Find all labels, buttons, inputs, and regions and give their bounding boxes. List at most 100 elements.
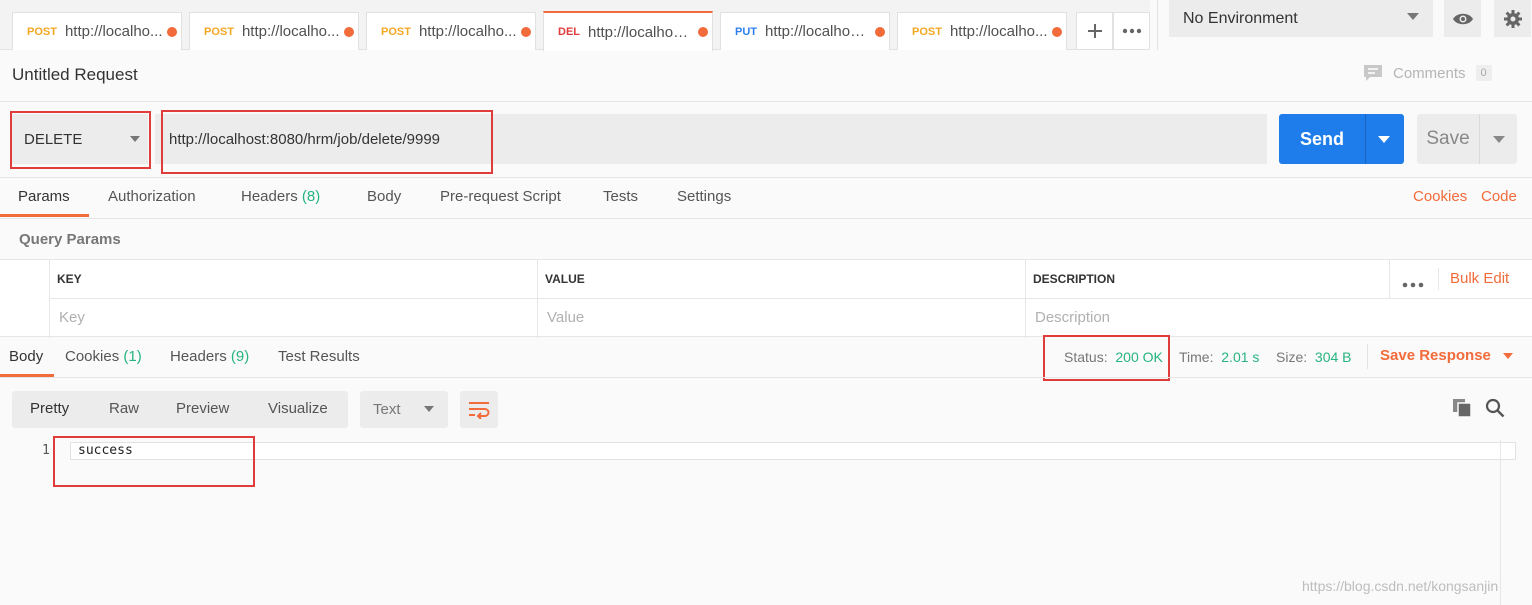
environment-value: No Environment <box>1183 9 1298 27</box>
divider <box>0 218 1532 219</box>
divider <box>0 377 1532 378</box>
bulk-edit-link[interactable]: Bulk Edit <box>1450 270 1509 287</box>
tab-body[interactable]: Body <box>367 188 401 205</box>
tab-settings[interactable]: Settings <box>677 188 731 205</box>
save-response-label: Save Response <box>1380 347 1491 364</box>
view-pretty-button[interactable]: Pretty <box>30 400 69 417</box>
tab-url: http://localho... <box>418 23 517 40</box>
tab-tests[interactable]: Tests <box>603 188 638 205</box>
tab-prerequest-script[interactable]: Pre-request Script <box>440 188 561 205</box>
save-label: Save <box>1426 128 1470 149</box>
response-cookies-count: (1) <box>123 348 142 365</box>
view-visualize-button[interactable]: Visualize <box>268 400 328 417</box>
time-label: Time: <box>1179 349 1214 365</box>
response-tab-cookies[interactable]: Cookies (1) <box>65 348 142 365</box>
time-metric: Time: 2.01 s <box>1179 349 1259 365</box>
key-header: KEY <box>57 272 82 286</box>
divider <box>1389 260 1390 298</box>
request-tab[interactable]: POST http://localho... <box>12 12 182 50</box>
active-tab-indicator <box>0 214 89 217</box>
format-value: Text <box>373 401 401 418</box>
unsaved-dot-icon <box>344 26 354 37</box>
wrap-lines-icon <box>469 401 490 419</box>
more-horizontal-icon <box>1122 28 1141 34</box>
divider <box>0 177 1532 178</box>
unsaved-dot-icon <box>521 26 531 37</box>
copy-button[interactable] <box>1452 398 1472 422</box>
wrap-lines-button[interactable] <box>460 391 498 428</box>
tab-method: POST <box>27 25 57 38</box>
key-column: KEY Key <box>49 260 537 338</box>
chevron-down-icon <box>1407 13 1419 20</box>
highlight-box-url <box>161 110 493 174</box>
request-tab[interactable]: POST http://localho... <box>366 12 536 50</box>
key-input[interactable]: Key <box>59 309 85 326</box>
divider <box>1367 344 1368 369</box>
unsaved-dot-icon <box>1052 26 1062 37</box>
view-preview-button[interactable]: Preview <box>176 400 229 417</box>
request-tab[interactable]: POST http://localho... <box>189 12 359 50</box>
request-tab[interactable]: PUT http://localhost... <box>720 12 890 50</box>
chevron-down-icon[interactable] <box>1493 135 1505 143</box>
size-label: Size: <box>1276 349 1308 365</box>
eye-icon <box>1452 13 1473 24</box>
divider <box>49 298 1532 299</box>
environment-select[interactable]: No Environment <box>1169 0 1433 37</box>
divider <box>0 101 1532 102</box>
request-tab-active[interactable]: DEL http://localhost... <box>543 11 713 51</box>
more-horizontal-icon <box>1402 282 1424 288</box>
description-input[interactable]: Description <box>1035 309 1110 326</box>
comments-button[interactable]: Comments 0 <box>1363 64 1492 82</box>
tab-headers[interactable]: Headers (8) <box>241 188 320 205</box>
unsaved-dot-icon <box>167 26 177 37</box>
value-input[interactable]: Value <box>547 309 584 326</box>
line-number: 1 <box>42 443 50 458</box>
manage-environments-button[interactable] <box>1494 0 1531 37</box>
code-link[interactable]: Code <box>1481 188 1517 205</box>
response-headers-label: Headers <box>170 348 227 365</box>
send-button[interactable]: Send <box>1279 114 1404 164</box>
environment-quick-look-button[interactable] <box>1444 0 1481 37</box>
response-tab-body[interactable]: Body <box>9 348 43 365</box>
editor-active-line[interactable] <box>70 442 1516 460</box>
send-label: Send <box>1299 128 1344 149</box>
tab-options-button[interactable] <box>1113 12 1150 50</box>
postman-window: POST http://localho... POST http://local… <box>0 0 1532 605</box>
tab-method: POST <box>381 25 411 38</box>
chevron-down-icon <box>424 406 434 412</box>
comments-count-badge: 0 <box>1475 65 1492 81</box>
size-metric: Size: 304 B <box>1276 349 1352 365</box>
highlight-box-method <box>10 111 151 169</box>
tab-url: http://localho... <box>241 23 340 40</box>
view-raw-button[interactable]: Raw <box>109 400 139 417</box>
response-tab-headers[interactable]: Headers (9) <box>170 348 249 365</box>
divider <box>1157 0 1158 50</box>
tab-method: POST <box>912 25 942 38</box>
tab-method: POST <box>204 25 234 38</box>
params-options-button[interactable] <box>1402 275 1424 292</box>
chevron-down-icon[interactable] <box>1378 135 1390 143</box>
query-params-table: KEY Key VALUE Value DESCRIPTION Descript… <box>0 259 1532 338</box>
save-button[interactable]: Save <box>1417 114 1517 164</box>
search-button[interactable] <box>1485 398 1505 422</box>
request-tab[interactable]: POST http://localho... <box>897 12 1067 50</box>
cookies-link[interactable]: Cookies <box>1413 188 1467 205</box>
tab-url: http://localhost... <box>588 23 694 41</box>
tab-authorization[interactable]: Authorization <box>108 188 196 205</box>
save-response-button[interactable]: Save Response <box>1380 347 1513 364</box>
divider <box>1479 114 1480 164</box>
time-value[interactable]: 2.01 s <box>1221 349 1259 365</box>
tab-method: PUT <box>735 25 757 38</box>
response-format-select[interactable]: Text <box>360 391 448 428</box>
response-headers-count: (9) <box>230 348 250 365</box>
headers-count: (8) <box>301 188 321 205</box>
editor-scrollbar[interactable] <box>1500 440 1501 605</box>
divider <box>1365 114 1366 164</box>
size-value[interactable]: 304 B <box>1315 349 1352 365</box>
tab-params[interactable]: Params <box>18 188 70 205</box>
request-name[interactable]: Untitled Request <box>12 65 138 85</box>
tab-url: http://localho... <box>64 23 163 40</box>
response-tab-test-results[interactable]: Test Results <box>278 348 360 365</box>
new-tab-button[interactable] <box>1076 12 1113 50</box>
value-column: VALUE Value <box>537 260 1025 338</box>
